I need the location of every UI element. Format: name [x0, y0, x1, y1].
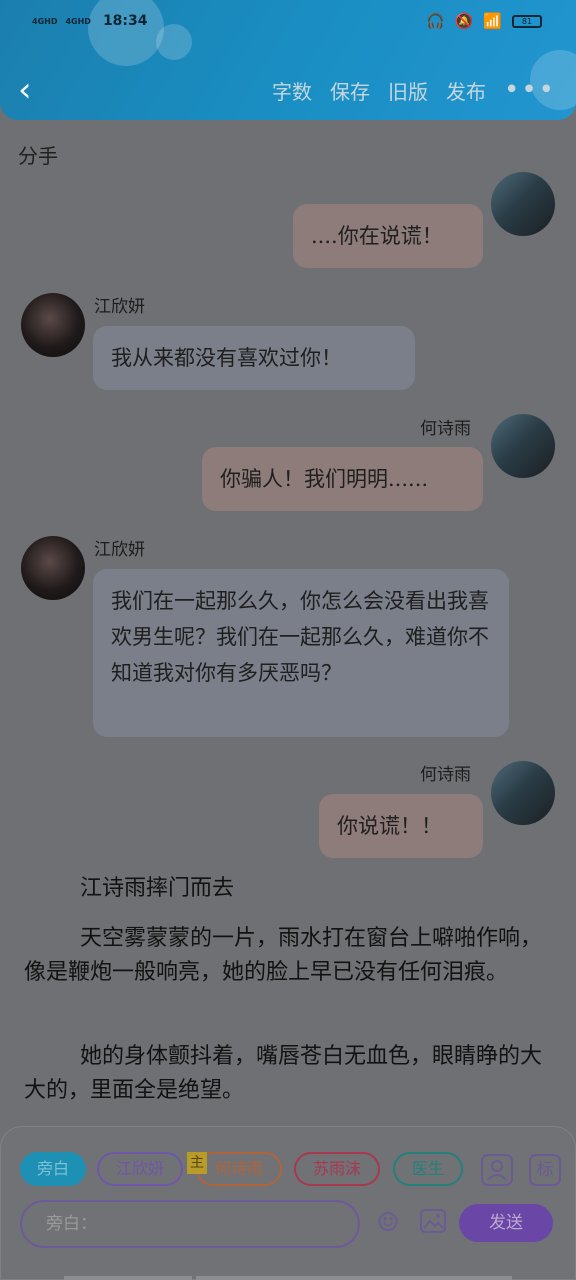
mute-icon: 🔕: [454, 12, 474, 30]
wifi-icon: 📶: [483, 12, 502, 30]
toolbar: 字数 保存 旧版 发布 •••: [272, 72, 556, 108]
signal-2: 4GHD: [65, 16, 91, 26]
character-chip-jiang[interactable]: 江欣妍: [97, 1152, 183, 1186]
headphones-icon: 🎧: [425, 12, 445, 30]
status-bar: 4GHD 4GHD 18:34 🎧 🔕 📶 81: [32, 8, 542, 34]
send-button[interactable]: 发送: [459, 1204, 553, 1242]
word-count-button[interactable]: 字数: [272, 76, 312, 105]
status-time: 18:34: [102, 13, 148, 29]
speaker-name: 江欣妍: [94, 540, 145, 560]
narration-paragraph[interactable]: 天空雾蒙蒙的一片，雨水打在窗台上噼啪作响，像是鞭炮一般响亮，她的脸上早已没有任何…: [24, 922, 554, 990]
character-chip-he[interactable]: 何诗雨: [196, 1152, 282, 1186]
main-character-badge: 主: [187, 1152, 207, 1174]
chat-bubble-right[interactable]: 你说谎！！: [319, 794, 483, 858]
character-chip-narrator[interactable]: 旁白: [20, 1152, 86, 1186]
image-icon[interactable]: [416, 1206, 450, 1240]
signal-1: 4GHD: [32, 16, 58, 26]
save-button[interactable]: 保存: [330, 76, 370, 105]
emoji-icon[interactable]: ☺: [371, 1206, 405, 1240]
chat-bubble-left[interactable]: 我从来都没有喜欢过你！: [93, 326, 415, 390]
more-icon[interactable]: •••: [504, 75, 556, 105]
narration-paragraph[interactable]: 江诗雨摔门而去: [24, 872, 554, 906]
document-title[interactable]: 分手: [18, 140, 58, 169]
old-version-button[interactable]: 旧版: [388, 76, 428, 105]
speaker-name: 江欣妍: [94, 297, 145, 317]
character-chip-su[interactable]: 苏雨沫: [294, 1152, 380, 1186]
narration-input[interactable]: [20, 1200, 360, 1248]
speaker-name: 何诗雨: [420, 419, 471, 439]
chat-bubble-right[interactable]: ....你在说谎！: [293, 204, 483, 268]
character-chip-doctor[interactable]: 医生: [393, 1152, 463, 1186]
battery-icon: 81: [512, 14, 542, 28]
avatar[interactable]: [21, 293, 85, 357]
nav-indicator: [196, 1276, 512, 1280]
chat-bubble-left[interactable]: 我们在一起那么久，你怎么会没看出我喜欢男生呢？我们在一起那么久，难道你不知道我对…: [93, 569, 509, 737]
app-header: 4GHD 4GHD 18:34 🎧 🔕 📶 81 ‹ 字数 保存 旧版 发布 •…: [0, 0, 576, 120]
avatar[interactable]: [491, 761, 555, 825]
back-icon[interactable]: ‹: [18, 72, 48, 108]
tag-icon[interactable]: 标: [529, 1154, 561, 1186]
publish-button[interactable]: 发布: [446, 76, 486, 105]
narration-paragraph[interactable]: 她的身体颤抖着，嘴唇苍白无血色，眼睛睁的大大的，里面全是绝望。: [24, 1040, 554, 1108]
speaker-name: 何诗雨: [420, 765, 471, 785]
avatar[interactable]: [491, 172, 555, 236]
chat-bubble-right[interactable]: 你骗人！我们明明......: [202, 447, 483, 511]
avatar[interactable]: [491, 414, 555, 478]
person-icon[interactable]: [481, 1154, 513, 1186]
nav-indicator: [64, 1276, 192, 1280]
avatar[interactable]: [21, 536, 85, 600]
